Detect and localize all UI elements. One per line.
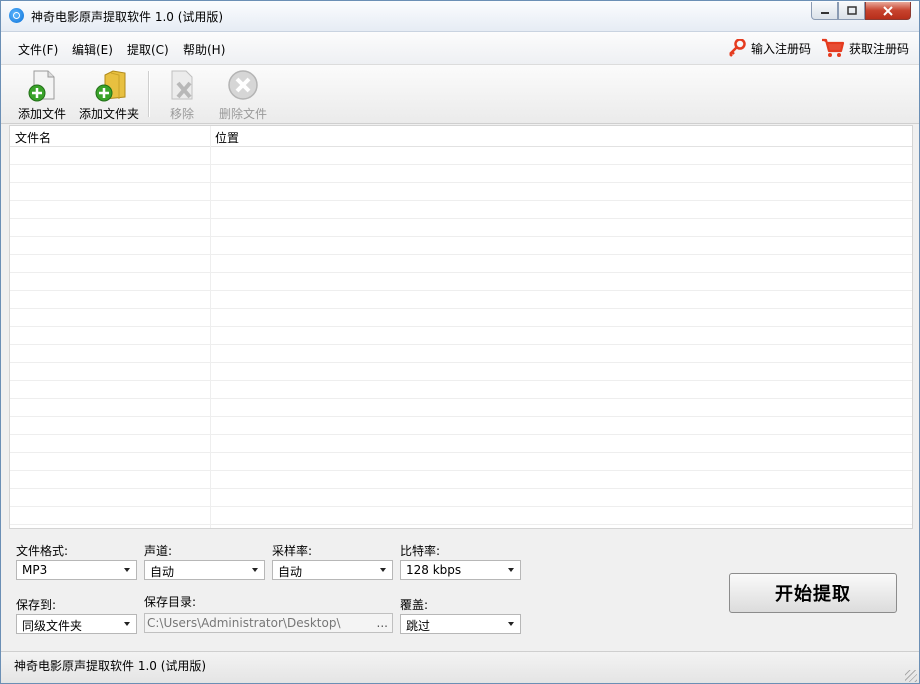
- key-icon: [729, 39, 746, 57]
- delete-file-button[interactable]: 删除文件: [219, 69, 267, 121]
- save-to-select[interactable]: 同级文件夹: [16, 614, 137, 634]
- maximize-icon: [846, 6, 857, 15]
- status-bar: 神奇电影原声提取软件 1.0 (试用版): [1, 651, 919, 683]
- chevron-down-icon: [124, 568, 130, 572]
- menu-edit[interactable]: 编辑(E): [72, 41, 113, 58]
- menu-file[interactable]: 文件(F): [18, 41, 58, 58]
- resize-grip-icon[interactable]: [905, 670, 917, 682]
- table-row: [10, 453, 912, 471]
- table-row: [10, 291, 912, 309]
- add-file-icon: [24, 69, 60, 103]
- delete-icon: [225, 69, 261, 103]
- channel-label: 声道:: [144, 544, 173, 558]
- add-folder-button[interactable]: 添加文件夹: [79, 69, 139, 121]
- window-title: 神奇电影原声提取软件 1.0 (试用版): [31, 10, 224, 24]
- table-row: [10, 345, 912, 363]
- toolbar-separator: [148, 71, 150, 117]
- get-code-label: 获取注册码: [849, 41, 910, 56]
- menu-extract[interactable]: 提取(C): [127, 41, 169, 58]
- menu-help[interactable]: 帮助(H): [183, 41, 225, 58]
- overwrite-value: 跳过: [406, 619, 431, 633]
- browse-button[interactable]: ...: [377, 616, 388, 630]
- settings-panel: 文件格式: MP3 声道: 自动 采样率: 自动 比特率: 128 kbps 保…: [1, 531, 919, 649]
- table-row: [10, 435, 912, 453]
- list-rows: [10, 147, 912, 525]
- samplerate-select[interactable]: 自动: [272, 560, 393, 580]
- chevron-down-icon: [508, 568, 514, 572]
- bitrate-label: 比特率:: [400, 544, 441, 558]
- file-list[interactable]: 文件名 位置: [9, 125, 913, 529]
- app-icon: [9, 8, 24, 23]
- maximize-button[interactable]: [838, 2, 865, 20]
- table-row: [10, 219, 912, 237]
- minimize-icon: [820, 11, 829, 14]
- chevron-down-icon: [124, 622, 130, 626]
- add-file-button[interactable]: 添加文件: [18, 69, 66, 121]
- table-row: [10, 201, 912, 219]
- table-row: [10, 399, 912, 417]
- table-row: [10, 363, 912, 381]
- table-row: [10, 471, 912, 489]
- add-folder-label: 添加文件夹: [79, 107, 140, 121]
- format-select[interactable]: MP3: [16, 560, 137, 580]
- chevron-down-icon: [508, 622, 514, 626]
- overwrite-select[interactable]: 跳过: [400, 614, 521, 634]
- table-row: [10, 255, 912, 273]
- menu-bar: 文件(F) 编辑(E) 提取(C) 帮助(H) 输入注册码 获取注册码: [1, 32, 919, 65]
- table-row: [10, 147, 912, 165]
- overwrite-label: 覆盖:: [400, 598, 429, 612]
- column-location[interactable]: 位置: [215, 129, 239, 146]
- enter-code-link[interactable]: 输入注册码: [727, 38, 811, 58]
- table-row: [10, 273, 912, 291]
- start-extract-button[interactable]: 开始提取: [729, 573, 897, 613]
- table-row: [10, 507, 912, 525]
- samplerate-value: 自动: [278, 565, 303, 579]
- remove-label: 移除: [169, 107, 194, 121]
- title-bar: 神奇电影原声提取软件 1.0 (试用版): [1, 1, 919, 32]
- column-filename[interactable]: 文件名: [15, 129, 51, 146]
- save-dir-label: 保存目录:: [144, 595, 197, 609]
- chevron-down-icon: [380, 568, 386, 572]
- status-text: 神奇电影原声提取软件 1.0 (试用版): [14, 659, 207, 673]
- table-row: [10, 237, 912, 255]
- delete-file-label: 删除文件: [219, 107, 268, 121]
- format-value: MP3: [22, 563, 48, 577]
- add-folder-icon: [91, 69, 127, 103]
- toolbar: 添加文件 添加文件夹 移除 删除文件: [1, 65, 919, 124]
- format-label: 文件格式:: [16, 544, 69, 558]
- channel-select[interactable]: 自动: [144, 560, 265, 580]
- samplerate-label: 采样率:: [272, 544, 313, 558]
- enter-code-label: 输入注册码: [751, 41, 812, 56]
- minimize-button[interactable]: [811, 2, 838, 20]
- save-dir-value: C:\Users\Administrator\Desktop\: [147, 616, 341, 630]
- get-code-link[interactable]: 获取注册码: [821, 38, 909, 58]
- close-button[interactable]: [865, 2, 911, 20]
- app-window: 神奇电影原声提取软件 1.0 (试用版) 文件(F) 编辑(E) 提取(C) 帮…: [0, 0, 920, 684]
- add-file-label: 添加文件: [18, 107, 67, 121]
- table-row: [10, 327, 912, 345]
- bitrate-select[interactable]: 128 kbps: [400, 560, 521, 580]
- remove-icon: [164, 69, 200, 103]
- cart-icon: [822, 38, 845, 57]
- close-icon: [883, 5, 893, 16]
- save-to-label: 保存到:: [16, 598, 57, 612]
- bitrate-value: 128 kbps: [406, 563, 462, 577]
- table-row: [10, 309, 912, 327]
- channel-value: 自动: [150, 565, 175, 579]
- chevron-down-icon: [252, 568, 258, 572]
- table-row: [10, 489, 912, 507]
- table-row: [10, 165, 912, 183]
- list-header: 文件名 位置: [10, 126, 912, 147]
- save-dir-field: C:\Users\Administrator\Desktop\ ...: [144, 613, 393, 633]
- save-to-value: 同级文件夹: [22, 619, 83, 633]
- table-row: [10, 381, 912, 399]
- remove-button[interactable]: 移除: [164, 69, 200, 121]
- table-row: [10, 417, 912, 435]
- table-row: [10, 183, 912, 201]
